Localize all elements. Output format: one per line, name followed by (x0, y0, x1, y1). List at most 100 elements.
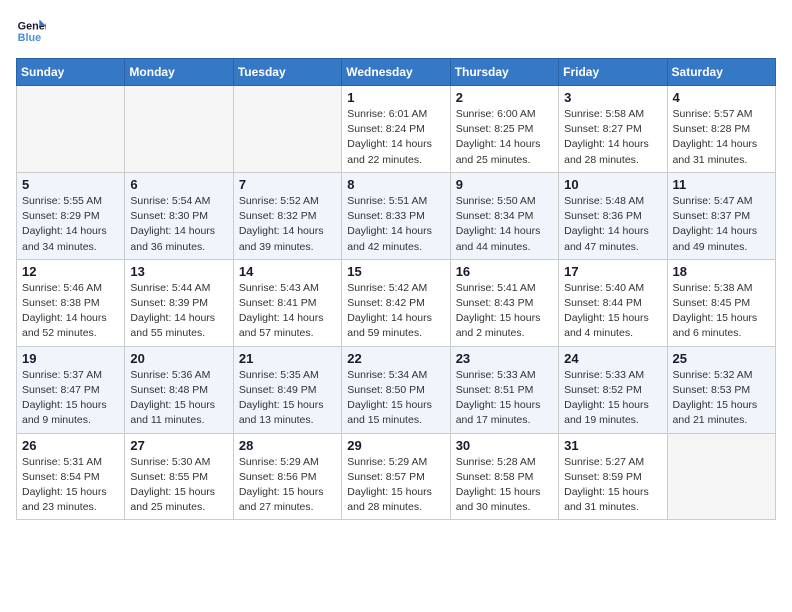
logo: General Blue (16, 16, 50, 46)
day-info: Sunrise: 6:01 AM Sunset: 8:24 PM Dayligh… (347, 107, 444, 168)
day-info: Sunrise: 5:44 AM Sunset: 8:39 PM Dayligh… (130, 281, 227, 342)
calendar-table: SundayMondayTuesdayWednesdayThursdayFrid… (16, 58, 776, 520)
day-number: 27 (130, 438, 227, 453)
day-info: Sunrise: 5:28 AM Sunset: 8:58 PM Dayligh… (456, 455, 553, 516)
day-info: Sunrise: 5:35 AM Sunset: 8:49 PM Dayligh… (239, 368, 336, 429)
day-info: Sunrise: 5:32 AM Sunset: 8:53 PM Dayligh… (673, 368, 770, 429)
day-info: Sunrise: 5:37 AM Sunset: 8:47 PM Dayligh… (22, 368, 119, 429)
calendar-cell: 6 Sunrise: 5:54 AM Sunset: 8:30 PM Daylig… (125, 172, 233, 259)
calendar-cell: 22 Sunrise: 5:34 AM Sunset: 8:50 PM Dayli… (342, 346, 450, 433)
day-info: Sunrise: 5:33 AM Sunset: 8:51 PM Dayligh… (456, 368, 553, 429)
page-header: General Blue (16, 16, 776, 46)
calendar-cell: 9 Sunrise: 5:50 AM Sunset: 8:34 PM Daylig… (450, 172, 558, 259)
day-number: 21 (239, 351, 336, 366)
day-info: Sunrise: 5:31 AM Sunset: 8:54 PM Dayligh… (22, 455, 119, 516)
day-number: 10 (564, 177, 661, 192)
day-info: Sunrise: 5:58 AM Sunset: 8:27 PM Dayligh… (564, 107, 661, 168)
calendar-cell: 5Sunrise: 5:55 AM Sunset: 8:29 PM Daylig… (17, 172, 125, 259)
calendar-cell: 23 Sunrise: 5:33 AM Sunset: 8:51 PM Dayli… (450, 346, 558, 433)
day-number: 22 (347, 351, 444, 366)
day-number: 29 (347, 438, 444, 453)
day-number: 30 (456, 438, 553, 453)
day-number: 6 (130, 177, 227, 192)
calendar-cell: 16Sunrise: 5:41 AM Sunset: 8:43 PM Dayli… (450, 259, 558, 346)
day-info: Sunrise: 5:51 AM Sunset: 8:33 PM Dayligh… (347, 194, 444, 255)
day-number: 3 (564, 90, 661, 105)
day-info: Sunrise: 5:46 AM Sunset: 8:38 PM Dayligh… (22, 281, 119, 342)
calendar-cell (667, 433, 775, 520)
calendar-cell: 24Sunrise: 5:33 AM Sunset: 8:52 PM Dayli… (559, 346, 667, 433)
day-info: Sunrise: 5:52 AM Sunset: 8:32 PM Dayligh… (239, 194, 336, 255)
day-number: 4 (673, 90, 770, 105)
calendar-cell: 28 Sunrise: 5:29 AM Sunset: 8:56 PM Dayli… (233, 433, 341, 520)
calendar-cell: 3 Sunrise: 5:58 AM Sunset: 8:27 PM Daylig… (559, 86, 667, 173)
calendar-cell: 15 Sunrise: 5:42 AM Sunset: 8:42 PM Dayli… (342, 259, 450, 346)
day-number: 5 (22, 177, 119, 192)
day-of-week-header: Friday (559, 59, 667, 86)
day-of-week-header: Thursday (450, 59, 558, 86)
day-info: Sunrise: 5:38 AM Sunset: 8:45 PM Dayligh… (673, 281, 770, 342)
day-number: 12 (22, 264, 119, 279)
day-info: Sunrise: 5:57 AM Sunset: 8:28 PM Dayligh… (673, 107, 770, 168)
day-info: Sunrise: 5:54 AM Sunset: 8:30 PM Dayligh… (130, 194, 227, 255)
day-of-week-header: Monday (125, 59, 233, 86)
day-info: Sunrise: 5:42 AM Sunset: 8:42 PM Dayligh… (347, 281, 444, 342)
day-number: 28 (239, 438, 336, 453)
calendar-cell: 29 Sunrise: 5:29 AM Sunset: 8:57 PM Dayli… (342, 433, 450, 520)
calendar-cell: 27Sunrise: 5:30 AM Sunset: 8:55 PM Dayli… (125, 433, 233, 520)
calendar-cell: 1 Sunrise: 6:01 AM Sunset: 8:24 PM Daylig… (342, 86, 450, 173)
calendar-cell: 19 Sunrise: 5:37 AM Sunset: 8:47 PM Dayli… (17, 346, 125, 433)
day-info: Sunrise: 5:48 AM Sunset: 8:36 PM Dayligh… (564, 194, 661, 255)
calendar-cell: 14 Sunrise: 5:43 AM Sunset: 8:41 PM Dayli… (233, 259, 341, 346)
logo-icon: General Blue (16, 16, 46, 46)
calendar-cell: 17 Sunrise: 5:40 AM Sunset: 8:44 PM Dayli… (559, 259, 667, 346)
day-number: 9 (456, 177, 553, 192)
day-number: 15 (347, 264, 444, 279)
day-info: Sunrise: 5:36 AM Sunset: 8:48 PM Dayligh… (130, 368, 227, 429)
day-number: 20 (130, 351, 227, 366)
day-of-week-header: Saturday (667, 59, 775, 86)
day-info: Sunrise: 5:29 AM Sunset: 8:57 PM Dayligh… (347, 455, 444, 516)
calendar-cell: 30 Sunrise: 5:28 AM Sunset: 8:58 PM Dayli… (450, 433, 558, 520)
calendar-cell: 13 Sunrise: 5:44 AM Sunset: 8:39 PM Dayli… (125, 259, 233, 346)
day-info: Sunrise: 5:43 AM Sunset: 8:41 PM Dayligh… (239, 281, 336, 342)
day-of-week-header: Tuesday (233, 59, 341, 86)
day-number: 23 (456, 351, 553, 366)
day-info: Sunrise: 5:33 AM Sunset: 8:52 PM Dayligh… (564, 368, 661, 429)
day-number: 19 (22, 351, 119, 366)
day-number: 18 (673, 264, 770, 279)
calendar-cell: 21 Sunrise: 5:35 AM Sunset: 8:49 PM Dayli… (233, 346, 341, 433)
svg-text:Blue: Blue (18, 32, 41, 44)
day-number: 17 (564, 264, 661, 279)
day-info: Sunrise: 5:27 AM Sunset: 8:59 PM Dayligh… (564, 455, 661, 516)
day-number: 14 (239, 264, 336, 279)
day-number: 11 (673, 177, 770, 192)
calendar-cell: 11 Sunrise: 5:47 AM Sunset: 8:37 PM Dayli… (667, 172, 775, 259)
calendar-cell (233, 86, 341, 173)
day-info: Sunrise: 6:00 AM Sunset: 8:25 PM Dayligh… (456, 107, 553, 168)
day-info: Sunrise: 5:34 AM Sunset: 8:50 PM Dayligh… (347, 368, 444, 429)
calendar-cell (125, 86, 233, 173)
calendar-cell: 8 Sunrise: 5:51 AM Sunset: 8:33 PM Daylig… (342, 172, 450, 259)
calendar-cell: 7 Sunrise: 5:52 AM Sunset: 8:32 PM Daylig… (233, 172, 341, 259)
calendar-cell: 20 Sunrise: 5:36 AM Sunset: 8:48 PM Dayli… (125, 346, 233, 433)
day-number: 7 (239, 177, 336, 192)
calendar-cell: 12 Sunrise: 5:46 AM Sunset: 8:38 PM Dayli… (17, 259, 125, 346)
day-number: 1 (347, 90, 444, 105)
calendar-cell: 4 Sunrise: 5:57 AM Sunset: 8:28 PM Daylig… (667, 86, 775, 173)
calendar-cell: 18 Sunrise: 5:38 AM Sunset: 8:45 PM Dayli… (667, 259, 775, 346)
calendar-cell: 25 Sunrise: 5:32 AM Sunset: 8:53 PM Dayli… (667, 346, 775, 433)
day-number: 13 (130, 264, 227, 279)
day-info: Sunrise: 5:40 AM Sunset: 8:44 PM Dayligh… (564, 281, 661, 342)
calendar-cell: 2 Sunrise: 6:00 AM Sunset: 8:25 PM Daylig… (450, 86, 558, 173)
day-number: 8 (347, 177, 444, 192)
day-number: 31 (564, 438, 661, 453)
calendar-cell: 26Sunrise: 5:31 AM Sunset: 8:54 PM Dayli… (17, 433, 125, 520)
day-number: 2 (456, 90, 553, 105)
day-info: Sunrise: 5:50 AM Sunset: 8:34 PM Dayligh… (456, 194, 553, 255)
day-info: Sunrise: 5:47 AM Sunset: 8:37 PM Dayligh… (673, 194, 770, 255)
day-number: 25 (673, 351, 770, 366)
calendar-cell (17, 86, 125, 173)
day-of-week-header: Sunday (17, 59, 125, 86)
day-info: Sunrise: 5:29 AM Sunset: 8:56 PM Dayligh… (239, 455, 336, 516)
